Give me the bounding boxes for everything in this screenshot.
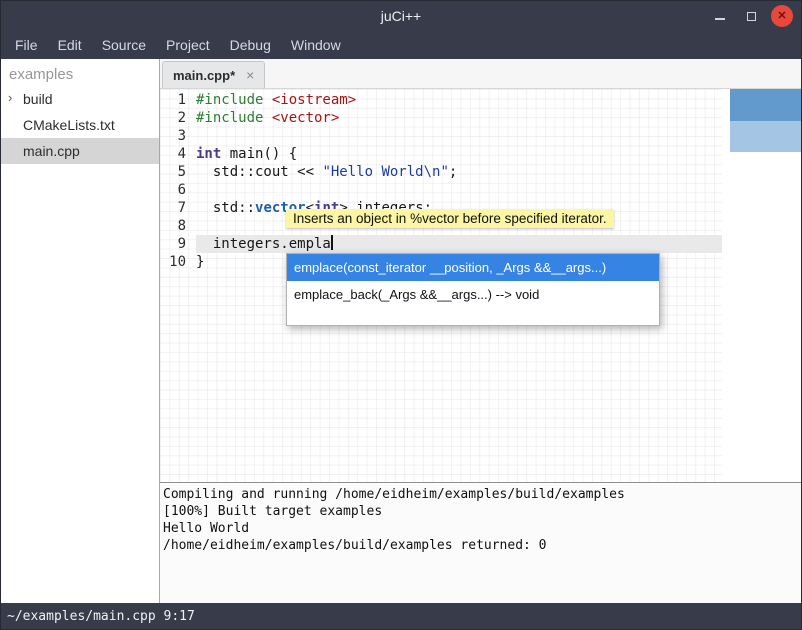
doc-tooltip: Inserts an object in %vector before spec… — [286, 209, 614, 228]
window-title: juCi++ — [1, 1, 801, 31]
minimize-icon — [715, 18, 725, 20]
status-location: ~/examples/main.cpp 9:17 — [7, 609, 195, 624]
maximize-button[interactable] — [740, 5, 762, 27]
sidebar-item-build[interactable]: › build — [1, 86, 159, 112]
tree-item-label: CMakeLists.txt — [23, 117, 115, 133]
code-line-1: 1 #include <iostream> — [160, 91, 801, 109]
maximize-icon — [747, 12, 756, 21]
output-panel: Compiling and running /home/eidheim/exam… — [160, 482, 801, 603]
code-line-2: 2 #include <vector> — [160, 109, 801, 127]
menu-window[interactable]: Window — [281, 31, 351, 59]
line-number: 1 — [160, 91, 186, 109]
code-token: <vector> — [272, 110, 339, 126]
output-line: Hello World — [163, 520, 798, 537]
code-token: std:: — [196, 200, 255, 216]
code-token: int — [196, 146, 221, 162]
code-text: #include <vector> — [196, 109, 722, 127]
chevron-right-icon: › — [8, 90, 12, 105]
scrollbar-marker-light — [730, 121, 801, 152]
line-number: 10 — [160, 253, 186, 271]
tree-item-label: main.cpp — [23, 143, 80, 159]
code-line-5: 5 std::cout << "Hello World\n"; — [160, 163, 801, 181]
titlebar[interactable]: juCi++ ✕ — [1, 1, 801, 31]
main-content: examples › build CMakeLists.txt main.cpp ma… — [1, 59, 801, 603]
code-token: ; — [449, 164, 457, 180]
menu-debug[interactable]: Debug — [220, 31, 281, 59]
line-number: 8 — [160, 217, 186, 235]
close-icon: ✕ — [777, 11, 786, 22]
code-token: std::cout << — [196, 164, 322, 180]
code-token: main() { — [221, 146, 297, 162]
tab-main-cpp[interactable]: main.cpp* × — [162, 61, 265, 88]
scrollbar-marker-dark — [730, 89, 801, 121]
close-button[interactable]: ✕ — [771, 5, 793, 27]
editor-column: main.cpp* × 1 #include <iostream> 2 #includ… — [160, 59, 801, 603]
tab-close-icon[interactable]: × — [246, 68, 254, 82]
text-cursor — [331, 235, 333, 250]
completion-popup: emplace(const_iterator __position, _Args… — [286, 253, 660, 326]
completion-item[interactable]: emplace(const_iterator __position, _Args… — [287, 254, 659, 281]
line-number: 7 — [160, 199, 186, 217]
line-number: 2 — [160, 109, 186, 127]
menubar: FileEditSourceProjectDebugWindow — [1, 31, 801, 59]
code-editor[interactable]: 1 #include <iostream> 2 #include <vector> 34… — [160, 89, 801, 482]
line-number: 4 — [160, 145, 186, 163]
code-token: #include — [196, 110, 272, 126]
output-line: /home/eidheim/examples/build/examples re… — [163, 537, 798, 554]
line-number: 6 — [160, 181, 186, 199]
completion-item[interactable]: emplace_back(_Args &&__args...) --> void — [287, 281, 659, 308]
tree-item-label: build — [23, 91, 53, 107]
minimize-button[interactable] — [709, 5, 731, 27]
code-line-4: 4 int main() { — [160, 145, 801, 163]
code-text: #include <iostream> — [196, 91, 722, 109]
menu-project[interactable]: Project — [156, 31, 220, 59]
code-line-3: 3 — [160, 127, 801, 145]
code-token: integers.empla — [196, 236, 331, 252]
code-line-6: 6 — [160, 181, 801, 199]
code-token: #include — [196, 92, 272, 108]
output-line: Compiling and running /home/eidheim/exam… — [163, 486, 798, 503]
file-tree-header: examples — [1, 59, 159, 86]
file-tree: › build CMakeLists.txt main.cpp — [1, 86, 159, 164]
sidebar-item-cmakelists-txt[interactable]: CMakeLists.txt — [1, 112, 159, 138]
code-token: "Hello World\n" — [322, 164, 448, 180]
line-number: 3 — [160, 127, 186, 145]
code-lines: 1 #include <iostream> 2 #include <vector> 34… — [160, 91, 801, 271]
file-tree-panel: examples › build CMakeLists.txt main.cpp — [1, 59, 160, 603]
output-line: [100%] Built target examples — [163, 503, 798, 520]
sidebar-item-main-cpp[interactable]: main.cpp — [1, 138, 159, 164]
window-controls: ✕ — [700, 5, 793, 27]
scrollbar-marker[interactable] — [730, 89, 801, 152]
code-text — [196, 181, 722, 199]
code-text: std::cout << "Hello World\n"; — [196, 163, 722, 181]
tab-bar: main.cpp* × — [160, 59, 801, 89]
line-number: 9 — [160, 235, 186, 253]
code-text — [196, 127, 722, 145]
code-text: integers.empla — [196, 235, 722, 253]
code-line-9: 9 integers.empla — [160, 235, 801, 253]
line-number: 5 — [160, 163, 186, 181]
code-text: int main() { — [196, 145, 722, 163]
code-token: <iostream> — [272, 92, 356, 108]
menu-source[interactable]: Source — [92, 31, 156, 59]
code-token: } — [196, 254, 204, 270]
tab-label: main.cpp* — [173, 68, 235, 83]
app-window: juCi++ ✕ FileEditSourceProjectDebugWindo… — [0, 0, 802, 630]
menu-file[interactable]: File — [5, 31, 48, 59]
menu-edit[interactable]: Edit — [48, 31, 92, 59]
status-bar: ~/examples/main.cpp 9:17 — [1, 603, 801, 629]
